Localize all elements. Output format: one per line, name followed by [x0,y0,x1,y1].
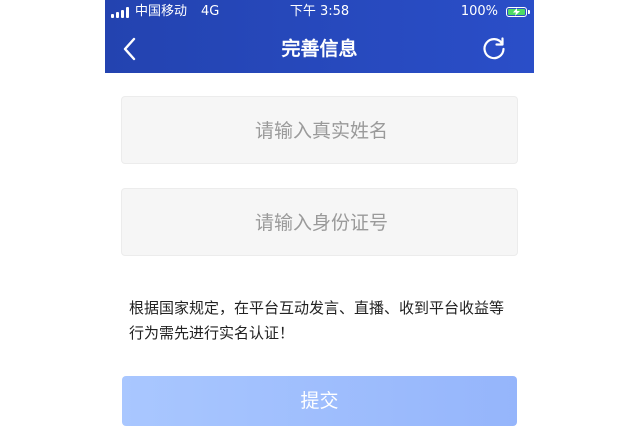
phone-screen: 中国移动 4G 下午 3:58 100% 完善信息 请输入真实姓名 请输入身份证… [105,0,534,431]
id-number-input[interactable] [122,189,521,257]
header: 中国移动 4G 下午 3:58 100% 完善信息 [105,0,534,73]
id-field [121,188,521,257]
battery-percent: 100% [460,4,498,19]
submit-button[interactable]: 提交 [122,376,517,426]
refresh-icon[interactable] [480,35,508,63]
battery-charging-icon [506,7,530,17]
name-field [121,96,521,165]
verification-notice: 根据国家规定，在平台互动发言、直播、收到平台收益等行为需先进行实名认证！ [129,299,505,342]
real-name-input[interactable] [122,97,521,165]
status-bar: 中国移动 4G 下午 3:58 100% [105,3,534,21]
page-title: 完善信息 [281,38,358,60]
nav-bar: 完善信息 [105,29,534,69]
